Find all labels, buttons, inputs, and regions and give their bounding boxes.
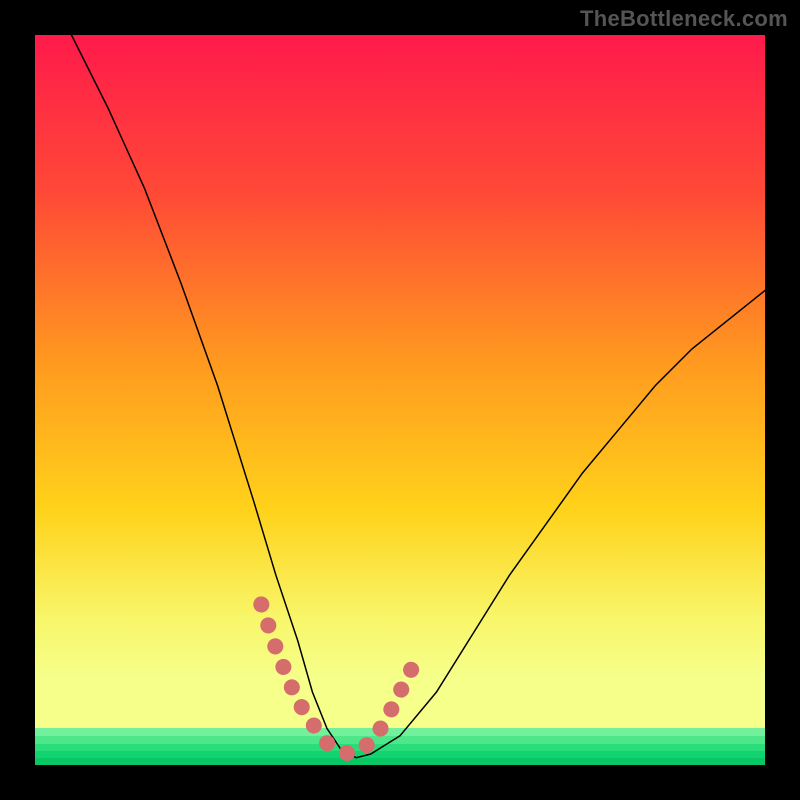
green-band-4 bbox=[35, 751, 765, 758]
green-band-3 bbox=[35, 744, 765, 751]
chart-stage: TheBottleneck.com bbox=[0, 0, 800, 800]
green-band-2 bbox=[35, 736, 765, 744]
plot-area bbox=[35, 35, 765, 765]
watermark-text: TheBottleneck.com bbox=[580, 6, 788, 32]
green-band-5 bbox=[35, 758, 765, 765]
chart-svg bbox=[35, 35, 765, 765]
gradient-background bbox=[35, 35, 765, 765]
